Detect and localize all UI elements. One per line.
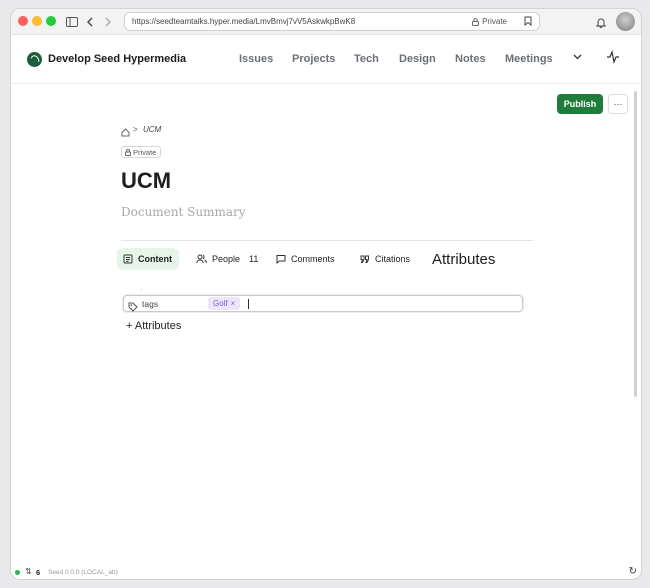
lock-icon [125, 148, 131, 156]
close-window-button[interactable] [18, 16, 28, 26]
quote-icon [360, 255, 369, 263]
tab-people-count: 11 [249, 254, 259, 264]
address-bar[interactable]: https://seedteamtalks.hyper.media/LmvBmv… [124, 12, 540, 31]
notifications-bell-icon[interactable] [593, 13, 609, 31]
lock-icon [472, 17, 480, 26]
private-badge: Private [121, 146, 162, 158]
activity-icon[interactable] [606, 49, 620, 65]
tab-people-label: People [212, 254, 241, 264]
url-private-indicator: Private [472, 17, 507, 26]
home-icon[interactable] [121, 124, 130, 137]
sync-icon[interactable]: ⇅ [25, 567, 32, 576]
zoom-window-button[interactable] [46, 16, 56, 26]
more-options-button[interactable]: ··· [608, 94, 628, 114]
sidebar-toggle-icon[interactable] [64, 13, 80, 31]
nav-item-design[interactable]: Design [399, 53, 436, 65]
tags-attribute-field[interactable]: tags Golf × [123, 295, 523, 312]
url-private-label: Private [482, 17, 507, 26]
refresh-icon[interactable]: ↻ [629, 566, 637, 577]
tab-citations[interactable]: Citations [360, 248, 410, 270]
tag-chip-golf[interactable]: Golf × [208, 297, 241, 310]
online-status-indicator [15, 570, 20, 575]
minimize-window-button[interactable] [32, 16, 42, 26]
bookmark-icon[interactable] [524, 16, 532, 28]
tags-label: tags [142, 299, 159, 309]
tag-remove-icon[interactable]: × [231, 299, 236, 308]
divider [121, 240, 533, 241]
status-bar: ⇅ 6 Seed 0.0.0 (LOCAL_ab) ↻ [11, 565, 641, 579]
scrollbar[interactable] [634, 91, 637, 397]
sync-count: 6 [36, 568, 41, 577]
people-icon [196, 254, 207, 264]
user-avatar[interactable] [616, 12, 635, 31]
breadcrumb-current: UCM [143, 125, 162, 134]
page-title[interactable]: UCM [121, 168, 171, 194]
app-version: Seed 0.0.0 (LOCAL_ab) [48, 569, 118, 576]
publish-button[interactable]: Publish [557, 94, 603, 114]
nav-item-projects[interactable]: Projects [292, 53, 335, 65]
tag-chip-label: Golf [213, 299, 228, 308]
forward-icon[interactable] [100, 13, 116, 31]
private-badge-label: Private [133, 147, 157, 157]
app-window: https://seedteamtalks.hyper.media/LmvBmv… [10, 8, 642, 580]
nav-item-tech[interactable]: Tech [354, 53, 379, 65]
tab-citations-label: Citations [375, 254, 411, 264]
tab-comments[interactable]: Comments [276, 248, 335, 270]
site-logo-icon[interactable] [27, 52, 42, 67]
url-text[interactable]: https://seedteamtalks.hyper.media/LmvBmv… [132, 17, 355, 26]
tab-content[interactable]: Content [117, 248, 179, 270]
drag-handle: · [140, 285, 143, 294]
text-caret [248, 299, 249, 309]
back-icon[interactable] [82, 13, 98, 31]
document-icon [123, 254, 133, 264]
nav-item-notes[interactable]: Notes [455, 53, 486, 65]
comment-icon [276, 255, 286, 264]
tab-comments-label: Comments [291, 254, 335, 264]
tab-attributes[interactable]: Attributes [432, 248, 495, 270]
site-header: Develop Seed Hypermedia Issues Projects … [11, 36, 641, 84]
title-bar: https://seedteamtalks.hyper.media/LmvBmv… [11, 9, 641, 35]
site-title[interactable]: Develop Seed Hypermedia [48, 53, 186, 65]
tab-content-label: Content [138, 254, 172, 264]
tab-people[interactable]: People 11 [196, 248, 258, 270]
tag-icon [128, 299, 138, 312]
nav-item-issues[interactable]: Issues [239, 53, 273, 65]
document-summary-input[interactable]: Document Summary [121, 205, 246, 219]
breadcrumb-separator: > [133, 125, 138, 134]
chevron-down-icon[interactable] [573, 51, 582, 63]
add-attributes-button[interactable]: + Attributes [126, 320, 181, 332]
nav-item-meetings[interactable]: Meetings [505, 53, 553, 65]
